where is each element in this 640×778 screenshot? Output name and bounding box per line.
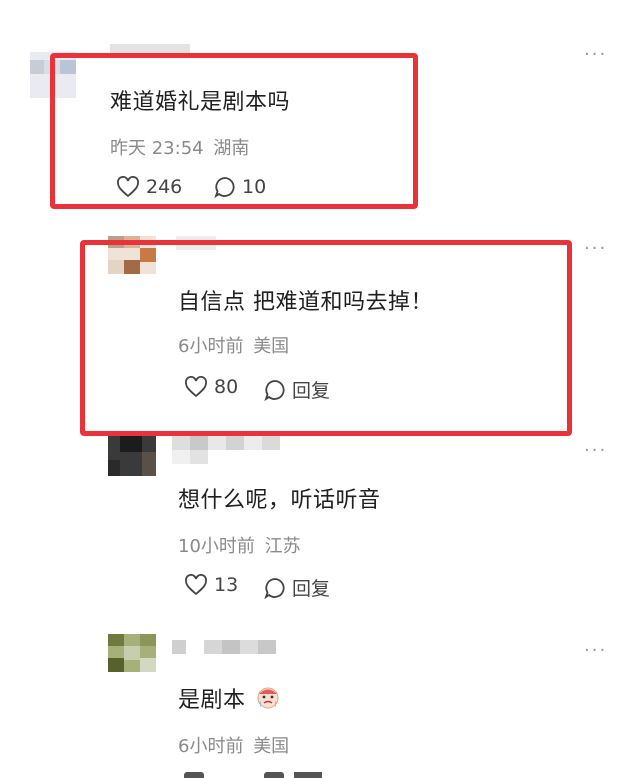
avatar[interactable] — [108, 436, 156, 476]
comment-location: 江苏 — [264, 536, 301, 557]
comment-text: 想什么呢，听话听音 — [178, 488, 381, 513]
comment-text: 是剧本 — [178, 682, 283, 714]
more-options-icon[interactable]: ··· — [584, 440, 607, 461]
more-options-icon[interactable]: ··· — [584, 238, 607, 259]
username-blurred[interactable] — [172, 436, 282, 466]
truncated-action-row — [184, 772, 324, 778]
crying-face-emoji-icon — [257, 687, 279, 709]
comment-text-content: 是剧本 — [178, 688, 246, 713]
username-blurred[interactable] — [172, 640, 276, 654]
comment-meta: 6小时前 美国 — [178, 732, 289, 758]
comment-time: 10小时前 — [178, 536, 255, 557]
highlight-box — [50, 53, 418, 209]
highlight-box — [80, 240, 572, 436]
reply-label: 回复 — [292, 578, 331, 600]
like-button[interactable]: 13 — [184, 574, 238, 596]
more-options-icon[interactable]: ··· — [584, 640, 607, 661]
avatar[interactable] — [108, 634, 156, 672]
reply-button[interactable]: 回复 — [264, 574, 330, 601]
more-options-icon[interactable]: ··· — [584, 44, 607, 65]
like-count: 13 — [214, 574, 239, 596]
comment-meta: 10小时前 江苏 — [178, 532, 301, 558]
comment-bubble-icon — [264, 577, 285, 599]
comment-time: 6小时前 — [178, 736, 244, 757]
heart-icon — [185, 574, 207, 596]
comment-location: 美国 — [253, 736, 290, 757]
